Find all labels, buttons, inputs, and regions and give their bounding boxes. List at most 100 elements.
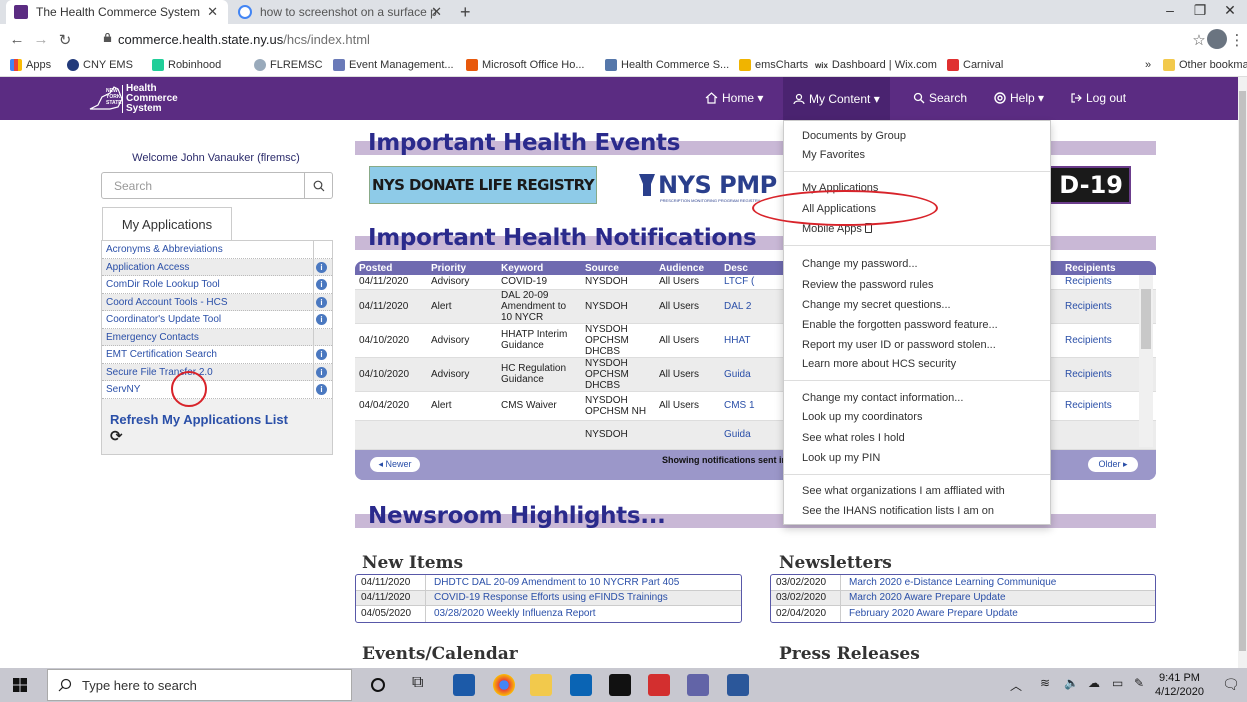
- list-item[interactable]: 03/02/2020 March 2020 Aware Prepare Updat…: [771, 590, 1155, 606]
- windows-start-icon[interactable]: [13, 678, 27, 692]
- taskbar-search[interactable]: Type here to search: [47, 669, 352, 701]
- info-icon[interactable]: i: [316, 384, 327, 395]
- store-icon[interactable]: [453, 674, 475, 696]
- covid-banner[interactable]: D-19: [1040, 166, 1131, 204]
- info-icon[interactable]: i: [316, 314, 327, 325]
- col-audience[interactable]: Audience: [655, 261, 720, 275]
- nav-search[interactable]: Search: [913, 91, 967, 105]
- bookmark-event-management[interactable]: Event Management...: [333, 59, 454, 71]
- menu-change-password[interactable]: Change my password...: [802, 258, 918, 270]
- minimize-icon[interactable]: –: [1155, 2, 1185, 18]
- page-scrollbar[interactable]: [1238, 77, 1247, 668]
- app-application-access[interactable]: Application Access i: [102, 258, 332, 276]
- info-icon[interactable]: i: [316, 296, 327, 308]
- profile-avatar[interactable]: [1207, 29, 1227, 49]
- app-secure-file[interactable]: Secure File Transfer 2.0 i: [102, 363, 332, 381]
- volume-icon[interactable]: 🔈: [1064, 676, 1079, 690]
- nav-my-content[interactable]: My Content ▾: [783, 77, 890, 120]
- item-link[interactable]: March 2020 e-Distance Learning Communiqu…: [841, 577, 1056, 588]
- bookmark-star-icon[interactable]: ☆: [1190, 31, 1208, 49]
- tab-google-search[interactable]: how to screenshot on a surface p ✕: [230, 0, 452, 24]
- browser-menu-icon[interactable]: ⋮: [1228, 31, 1246, 49]
- network-icon[interactable]: ≋: [1040, 676, 1050, 690]
- info-icon[interactable]: i: [316, 261, 327, 273]
- refresh-applications-link[interactable]: Refresh My Applications List: [110, 412, 288, 427]
- info-icon[interactable]: i: [316, 349, 327, 360]
- info-icon[interactable]: i: [316, 366, 327, 378]
- outlook-icon[interactable]: [570, 674, 592, 696]
- app-coord-account[interactable]: Coord Account Tools - HCS i: [102, 293, 332, 311]
- teams-icon[interactable]: [687, 674, 709, 696]
- bookmark-health-commerce[interactable]: Health Commerce S...: [605, 59, 729, 71]
- older-button[interactable]: Older ▸: [1088, 457, 1138, 472]
- menu-report-stolen[interactable]: Report my user ID or password stolen...: [802, 339, 996, 351]
- app-icon[interactable]: [648, 674, 670, 696]
- app-acronyms[interactable]: Acronyms & Abbreviations: [102, 241, 332, 259]
- app-comdir-role[interactable]: ComDir Role Lookup Tool i: [102, 276, 332, 294]
- list-item[interactable]: 04/05/2020 03/28/2020 Weekly Influenza Re…: [356, 606, 741, 622]
- bookmarks-overflow[interactable]: »: [1145, 59, 1151, 71]
- app-emt-cert[interactable]: EMT Certification Search i: [102, 346, 332, 364]
- info-icon[interactable]: i: [316, 279, 327, 290]
- bookmark-microsoft-office[interactable]: Microsoft Office Ho...: [466, 59, 585, 71]
- bookmark-carnival[interactable]: Carnival: [947, 59, 1003, 71]
- menu-roles[interactable]: See what roles I hold: [802, 432, 905, 444]
- col-posted[interactable]: Posted: [355, 261, 427, 275]
- bookmark-wix[interactable]: wix Dashboard | Wix.com: [815, 59, 937, 71]
- list-item[interactable]: 04/11/2020 COVID-19 Response Efforts usin…: [356, 590, 741, 606]
- menu-pin[interactable]: Look up my PIN: [802, 452, 880, 464]
- forward-arrow-icon[interactable]: →: [32, 31, 50, 48]
- item-link[interactable]: COVID-19 Response Efforts using eFINDS T…: [426, 592, 668, 603]
- file-explorer-icon[interactable]: [530, 674, 552, 696]
- refresh-icon[interactable]: ⟳: [110, 427, 123, 445]
- col-priority[interactable]: Priority: [427, 261, 497, 275]
- col-source[interactable]: Source: [581, 261, 655, 275]
- taskbar-clock[interactable]: 9:41 PM 4/12/2020: [1155, 671, 1204, 699]
- tab-health-commerce[interactable]: The Health Commerce System ✕: [6, 0, 228, 24]
- pen-icon[interactable]: ✎: [1134, 676, 1144, 690]
- bookmark-robinhood[interactable]: Robinhood: [152, 59, 221, 71]
- bookmark-flremsc[interactable]: FLREMSC: [254, 59, 323, 71]
- restore-icon[interactable]: ❐: [1185, 2, 1215, 19]
- search-button[interactable]: [304, 173, 332, 198]
- tab-my-applications[interactable]: My Applications: [102, 207, 232, 240]
- newer-button[interactable]: ◂ Newer: [370, 457, 420, 472]
- notifications-scrollbar[interactable]: [1139, 275, 1153, 447]
- menu-organizations[interactable]: See what organizations I am affliated wi…: [802, 485, 1005, 497]
- bookmark-cny-ems[interactable]: CNY EMS: [67, 59, 133, 71]
- menu-my-favorites[interactable]: My Favorites: [802, 149, 865, 161]
- list-item[interactable]: 04/11/2020 DHDTC DAL 20-09 Amendment to 1…: [356, 575, 741, 591]
- notifications-icon[interactable]: 🗨: [1222, 676, 1240, 693]
- col-recipients[interactable]: Recipients: [1061, 261, 1156, 275]
- list-item[interactable]: 03/02/2020 March 2020 e-Distance Learning…: [771, 575, 1155, 591]
- task-view-icon[interactable]: ⧉: [412, 674, 434, 696]
- new-tab-button[interactable]: +: [460, 2, 471, 23]
- onedrive-icon[interactable]: ☁: [1088, 676, 1100, 690]
- item-link[interactable]: February 2020 Aware Prepare Update: [841, 608, 1018, 619]
- tray-chevron-icon[interactable]: ︿: [1010, 677, 1022, 694]
- back-arrow-icon[interactable]: ←: [8, 31, 26, 48]
- bookmark-apps[interactable]: Apps: [10, 59, 51, 71]
- menu-hcs-security[interactable]: Learn more about HCS security: [802, 358, 956, 370]
- close-window-icon[interactable]: ✕: [1215, 2, 1245, 19]
- cortana-icon[interactable]: [371, 678, 385, 692]
- app-coordinator-update[interactable]: Coordinator's Update Tool i: [102, 311, 332, 329]
- menu-secret-questions[interactable]: Change my secret questions...: [802, 299, 951, 311]
- scroll-thumb[interactable]: [1239, 91, 1246, 651]
- item-link[interactable]: DHDTC DAL 20-09 Amendment to 10 NYCRR Pa…: [426, 577, 679, 588]
- menu-forgotten-password[interactable]: Enable the forgotten password feature...: [802, 319, 998, 331]
- close-tab-icon[interactable]: ✕: [207, 4, 218, 20]
- close-tab-icon[interactable]: ✕: [431, 4, 442, 20]
- menu-documents-by-group[interactable]: Documents by Group: [802, 130, 906, 142]
- bookmark-emscharts[interactable]: emsCharts: [739, 59, 808, 71]
- donate-life-banner[interactable]: NYS DONATE LIFE REGISTRY: [369, 166, 597, 204]
- netflix-icon[interactable]: [609, 674, 631, 696]
- bookmark-other[interactable]: Other bookmarks: [1163, 59, 1247, 71]
- app-emergency-contacts[interactable]: Emergency Contacts: [102, 328, 332, 346]
- menu-password-rules[interactable]: Review the password rules: [802, 279, 933, 291]
- chrome-icon[interactable]: [493, 674, 515, 696]
- col-keyword[interactable]: Keyword: [497, 261, 581, 275]
- item-link[interactable]: March 2020 Aware Prepare Update: [841, 592, 1006, 603]
- list-item[interactable]: 02/04/2020 February 2020 Aware Prepare Up…: [771, 606, 1155, 622]
- nav-logout[interactable]: Log out: [1070, 91, 1126, 105]
